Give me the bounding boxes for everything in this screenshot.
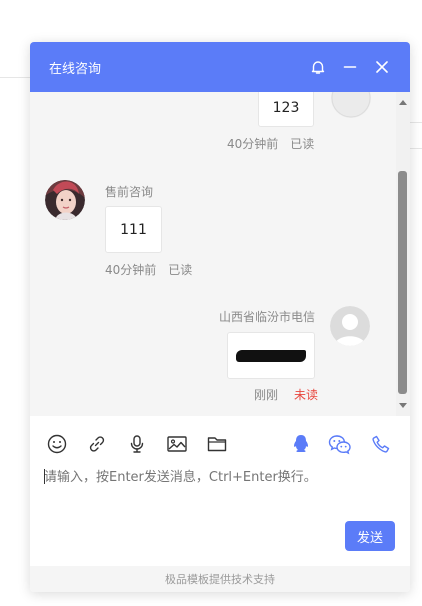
- avatar: [45, 180, 85, 220]
- chat-header: 在线咨询: [30, 42, 410, 92]
- message-meta: 40分钟前 已读: [105, 261, 192, 278]
- emoji-icon[interactable]: [45, 432, 69, 456]
- wechat-icon[interactable]: [328, 432, 352, 456]
- message-bubble: 111: [105, 206, 162, 253]
- microphone-icon[interactable]: [125, 432, 149, 456]
- chat-window: 在线咨询 123 40分钟前 已读 售前咨询 111 40分钟前 已读 山西省临…: [30, 42, 410, 592]
- avatar: [330, 306, 370, 346]
- sender-name: 山西省临汾市电信: [219, 310, 316, 324]
- redacted-content: [236, 349, 306, 362]
- message-time: 刚刚: [254, 388, 279, 402]
- message-time: 40分钟前: [227, 137, 279, 151]
- qq-icon[interactable]: [289, 432, 313, 456]
- folder-icon[interactable]: [205, 432, 229, 456]
- sender-name: 售前咨询: [105, 185, 154, 199]
- text-caret: [44, 469, 45, 484]
- scroll-down-icon[interactable]: [399, 403, 407, 408]
- image-icon[interactable]: [165, 432, 189, 456]
- scroll-up-icon[interactable]: [399, 100, 407, 105]
- chat-title: 在线咨询: [49, 61, 102, 77]
- message-bubble: 123: [258, 92, 314, 127]
- scrollbar-thumb[interactable]: [398, 171, 407, 394]
- message-meta: 40分钟前 已读: [227, 135, 314, 152]
- footer-credit: 极品模板提供技术支持: [30, 566, 410, 592]
- message-bubble: [227, 332, 315, 379]
- message-list: 123 40分钟前 已读 售前咨询 111 40分钟前 已读 山西省临汾市电信 …: [30, 92, 398, 416]
- phone-icon[interactable]: [369, 432, 393, 456]
- message-input[interactable]: [44, 466, 394, 488]
- input-toolbar: [30, 432, 410, 462]
- close-icon[interactable]: [370, 55, 394, 79]
- scrollbar[interactable]: [396, 92, 410, 416]
- bell-icon[interactable]: [306, 55, 330, 79]
- message-meta: 刚刚 未读: [254, 386, 318, 403]
- message-status: 未读: [294, 388, 319, 402]
- link-icon[interactable]: [85, 432, 109, 456]
- send-button[interactable]: 发送: [345, 521, 395, 551]
- message-status: 已读: [290, 137, 315, 151]
- message-status: 已读: [168, 263, 193, 277]
- minimize-icon[interactable]: [338, 55, 362, 79]
- avatar: [331, 92, 371, 118]
- message-time: 40分钟前: [105, 263, 157, 277]
